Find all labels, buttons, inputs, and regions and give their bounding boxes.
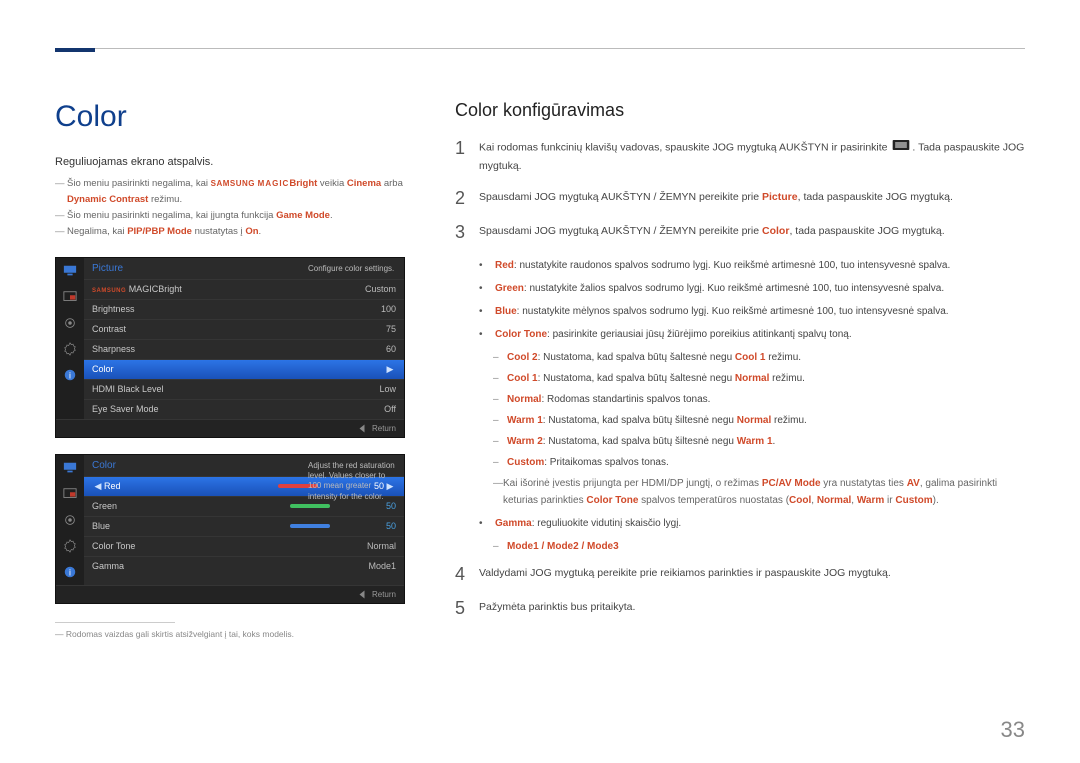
- restriction-2: Šio meniu pasirinkti negalima, kai įjung…: [67, 208, 333, 224]
- step-3: 3 Spausdami JOG mygtuką AUKŠTYN / ŽEMYN …: [455, 223, 1025, 243]
- intro-text: Reguliuojamas ekrano atspalvis.: [55, 156, 425, 168]
- osd1-row-color[interactable]: Color▶: [84, 359, 404, 379]
- green-bar: [290, 504, 330, 508]
- osd1-row-eyesaver[interactable]: Eye Saver ModeOff: [84, 399, 404, 419]
- chevron-left-icon: [359, 590, 364, 598]
- top-accent: [55, 48, 95, 52]
- page-number: 33: [1001, 717, 1025, 743]
- osd-sidebar: i: [56, 258, 84, 419]
- osd2-row-gamma[interactable]: GammaMode1: [84, 556, 404, 576]
- menu-icon: [892, 139, 910, 157]
- restriction-1: Šio meniu pasirinkti negalima, kai SAMSU…: [67, 176, 425, 208]
- restriction-list: ― Šio meniu pasirinkti negalima, kai SAM…: [55, 176, 425, 241]
- settings-icon: [56, 507, 84, 533]
- monitor-icon: [56, 455, 84, 481]
- osd2-footer: Return: [56, 585, 404, 603]
- right-column: Color konfigūravimas 1 Kai rodomas funkc…: [455, 100, 1025, 633]
- footnote-divider: [55, 622, 175, 623]
- blue-bar: [290, 524, 330, 528]
- osd1-help: Configure color settings.: [308, 264, 398, 274]
- gear-icon: [56, 533, 84, 559]
- osd-sidebar: i: [56, 455, 84, 585]
- step-1: 1 Kai rodomas funkcinių klavišų vadovas,…: [455, 139, 1025, 175]
- monitor-icon: [56, 258, 84, 284]
- pip-icon: [56, 481, 84, 507]
- info-icon: i: [56, 559, 84, 585]
- section-heading: Color konfigūravimas: [455, 100, 1025, 121]
- step-2: 2 Spausdami JOG mygtuką AUKŠTYN / ŽEMYN …: [455, 189, 1025, 209]
- bullet-list: •Red: nustatykite raudonos spalvos sodru…: [479, 257, 1025, 555]
- restriction-3: Negalima, kai PIP/PBP Mode nustatytas į …: [67, 224, 261, 240]
- step-5: 5 Pažymėta parinktis bus pritaikyta.: [455, 599, 1025, 619]
- settings-icon: [56, 310, 84, 336]
- gear-icon: [56, 336, 84, 362]
- info-icon: i: [56, 362, 84, 388]
- page-title: Color: [55, 100, 425, 134]
- gamma-modes: Mode1 / Mode2 / Mode3: [507, 538, 619, 555]
- osd-picture-menu: Configure color settings. i Picture SAMS…: [55, 257, 405, 438]
- svg-text:i: i: [69, 370, 71, 380]
- osd1-row-hdmi[interactable]: HDMI Black LevelLow: [84, 379, 404, 399]
- osd-color-menu: Adjust the red saturation level. Values …: [55, 454, 405, 604]
- chevron-left-icon: [359, 424, 364, 432]
- osd1-row-brightness[interactable]: Brightness100: [84, 299, 404, 319]
- tone-sublist: ‒Cool 2: Nustatoma, kad spalva būtų šalt…: [493, 349, 1025, 509]
- osd2-row-colortone[interactable]: Color ToneNormal: [84, 536, 404, 556]
- osd1-row-sharpness[interactable]: Sharpness60: [84, 339, 404, 359]
- osd1-footer: Return: [56, 419, 404, 437]
- chevron-left-icon: ◀: [92, 481, 104, 492]
- chevron-right-icon: ▶: [384, 364, 396, 375]
- osd2-help: Adjust the red saturation level. Values …: [308, 461, 398, 503]
- pcav-note: Kai išorinė įvestis prijungta per HDMI/D…: [503, 475, 1025, 509]
- osd2-row-blue[interactable]: Blue50: [84, 516, 404, 536]
- osd1-row-magicbright[interactable]: SAMSUNG MAGICBrightMAGICBrightCustom: [84, 279, 404, 299]
- left-column: Color Reguliuojamas ekrano atspalvis. ― …: [55, 100, 425, 639]
- pip-icon: [56, 284, 84, 310]
- osd1-row-contrast[interactable]: Contrast75: [84, 319, 404, 339]
- step-4: 4 Valdydami JOG mygtuką pereikite prie r…: [455, 565, 1025, 585]
- svg-text:i: i: [69, 567, 71, 577]
- footnote-text: ― Rodomas vaizdas gali skirtis atsižvelg…: [55, 629, 425, 639]
- top-divider: [55, 48, 1025, 49]
